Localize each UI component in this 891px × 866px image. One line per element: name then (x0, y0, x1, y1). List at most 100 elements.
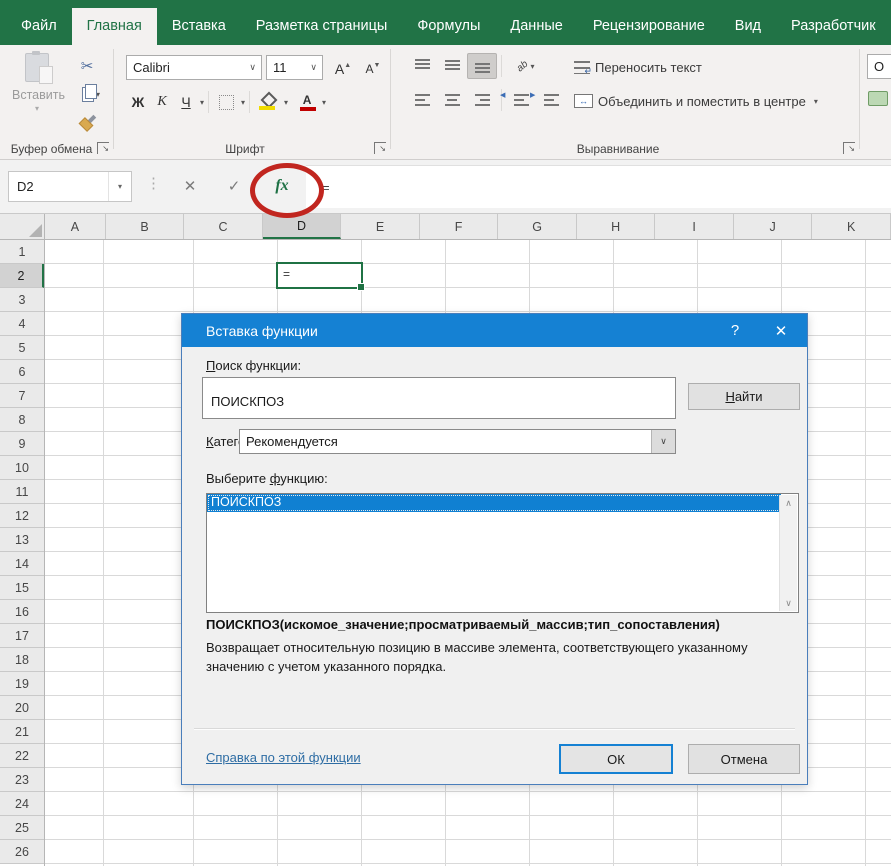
column-header-B[interactable]: B (106, 214, 185, 239)
ribbon-tab-Разметка страницы[interactable]: Разметка страницы (241, 8, 403, 45)
active-cell[interactable]: = (276, 262, 363, 289)
column-header-J[interactable]: J (734, 214, 813, 239)
ribbon-tab-Вставка[interactable]: Вставка (157, 8, 241, 45)
fill-color-button[interactable] (254, 89, 282, 115)
align-center-button[interactable] (437, 87, 467, 113)
row-header-17[interactable]: 17 (0, 624, 44, 648)
cut-button[interactable]: ✂ (72, 53, 102, 79)
name-box-dropdown-arrow[interactable]: ▾ (108, 172, 131, 201)
fill-color-dropdown-arrow[interactable]: ▾ (284, 98, 288, 107)
align-top-button[interactable] (407, 53, 437, 79)
paste-button[interactable]: Вставить ▾ (12, 53, 62, 113)
ok-button[interactable]: ОК (559, 744, 673, 774)
column-header-F[interactable]: F (420, 214, 499, 239)
font-name-select[interactable]: Calibri ∨ (126, 55, 262, 80)
row-header-5[interactable]: 5 (0, 336, 44, 360)
row-header-3[interactable]: 3 (0, 288, 44, 312)
row-header-15[interactable]: 15 (0, 576, 44, 600)
borders-dropdown-arrow[interactable]: ▾ (241, 98, 245, 107)
formula-bar-resize-dots[interactable]: ⋮ (146, 174, 161, 192)
help-on-function-link[interactable]: Справка по этой функции (206, 750, 361, 765)
column-header-C[interactable]: C (184, 214, 263, 239)
row-header-13[interactable]: 13 (0, 528, 44, 552)
font-dialog-launcher[interactable]: ↘ (374, 142, 386, 154)
underline-button[interactable]: Ч (174, 89, 198, 115)
align-right-button[interactable] (467, 87, 497, 113)
row-header-24[interactable]: 24 (0, 792, 44, 816)
select-all-corner[interactable] (0, 214, 45, 240)
name-box[interactable]: D2 ▾ (8, 171, 132, 202)
font-size-select[interactable]: 11 ∨ (266, 55, 323, 80)
number-format-select[interactable]: О (867, 54, 891, 79)
align-bottom-button[interactable] (467, 53, 497, 79)
alignment-dialog-launcher[interactable]: ↘ (843, 142, 855, 154)
font-color-dropdown-arrow[interactable]: ▾ (322, 98, 326, 107)
search-function-input[interactable] (202, 377, 676, 419)
column-header-K[interactable]: K (812, 214, 891, 239)
orientation-dropdown-arrow[interactable]: ▾ (531, 62, 535, 71)
row-header-25[interactable]: 25 (0, 816, 44, 840)
ribbon-tab-Рецензирование[interactable]: Рецензирование (578, 8, 720, 45)
dialog-help-button[interactable]: ? (719, 314, 751, 347)
ribbon-tab-Данные[interactable]: Данные (495, 8, 577, 45)
column-header-E[interactable]: E (341, 214, 420, 239)
row-header-11[interactable]: 11 (0, 480, 44, 504)
row-header-4[interactable]: 4 (0, 312, 44, 336)
ribbon-tab-Формулы[interactable]: Формулы (402, 8, 495, 45)
ribbon-tab-Главная[interactable]: Главная (72, 8, 157, 45)
increase-font-size-button[interactable]: А▲ (328, 55, 358, 82)
paste-dropdown-arrow[interactable]: ▾ (12, 104, 62, 113)
column-header-A[interactable]: A (45, 214, 106, 239)
ribbon-tab-Файл[interactable]: Файл (6, 8, 72, 45)
row-header-23[interactable]: 23 (0, 768, 44, 792)
row-header-21[interactable]: 21 (0, 720, 44, 744)
dialog-close-button[interactable]: ✕ (765, 314, 797, 347)
align-left-button[interactable] (407, 87, 437, 113)
bold-button[interactable]: Ж (126, 89, 150, 115)
row-header-18[interactable]: 18 (0, 648, 44, 672)
borders-button[interactable] (213, 89, 239, 115)
ribbon-tab-Разработчик[interactable]: Разработчик (776, 8, 891, 45)
row-header-8[interactable]: 8 (0, 408, 44, 432)
fill-handle[interactable] (357, 283, 365, 291)
category-select[interactable]: Рекомендуется ∨ (239, 429, 676, 454)
merge-center-dropdown-arrow[interactable]: ▾ (814, 97, 818, 106)
accounting-format-icon[interactable] (868, 91, 888, 106)
column-header-H[interactable]: H (577, 214, 656, 239)
align-middle-button[interactable] (437, 53, 467, 79)
cancel-entry-button[interactable]: ✕ (172, 170, 208, 202)
column-header-I[interactable]: I (655, 214, 734, 239)
wrap-text-button[interactable]: Переносить текст (567, 53, 709, 81)
font-color-button[interactable]: А (294, 89, 320, 115)
row-header-2[interactable]: 2 (0, 264, 44, 288)
row-header-14[interactable]: 14 (0, 552, 44, 576)
row-header-9[interactable]: 9 (0, 432, 44, 456)
find-button[interactable]: Найти (688, 383, 800, 410)
row-header-10[interactable]: 10 (0, 456, 44, 480)
clipboard-dialog-launcher[interactable]: ↘ (97, 142, 109, 154)
increase-indent-button[interactable]: ▶ (536, 87, 566, 113)
format-painter-button[interactable] (72, 109, 102, 135)
function-list-item[interactable]: ПОИСКПОЗ (207, 494, 781, 512)
row-header-26[interactable]: 26 (0, 840, 44, 864)
formula-input[interactable]: = (306, 165, 891, 208)
cancel-button[interactable]: Отмена (688, 744, 800, 774)
row-header-7[interactable]: 7 (0, 384, 44, 408)
listbox-scrollbar[interactable]: ∧ ∨ (779, 495, 797, 611)
row-header-16[interactable]: 16 (0, 600, 44, 624)
ribbon-tab-Вид[interactable]: Вид (720, 8, 776, 45)
row-header-6[interactable]: 6 (0, 360, 44, 384)
merge-center-button[interactable]: ↔ Объединить и поместить в центре ▾ (567, 87, 825, 115)
orientation-button[interactable]: ab ▾ (506, 53, 546, 79)
column-header-G[interactable]: G (498, 214, 577, 239)
copy-button[interactable]: ▾ (70, 81, 112, 107)
row-header-20[interactable]: 20 (0, 696, 44, 720)
row-header-19[interactable]: 19 (0, 672, 44, 696)
row-header-12[interactable]: 12 (0, 504, 44, 528)
enter-entry-button[interactable]: ✓ (216, 170, 252, 202)
decrease-font-size-button[interactable]: А▼ (358, 55, 388, 82)
underline-dropdown-arrow[interactable]: ▾ (200, 98, 204, 107)
scroll-down-icon[interactable]: ∨ (780, 595, 797, 611)
scroll-up-icon[interactable]: ∧ (780, 495, 797, 511)
column-header-D[interactable]: D (263, 214, 342, 239)
